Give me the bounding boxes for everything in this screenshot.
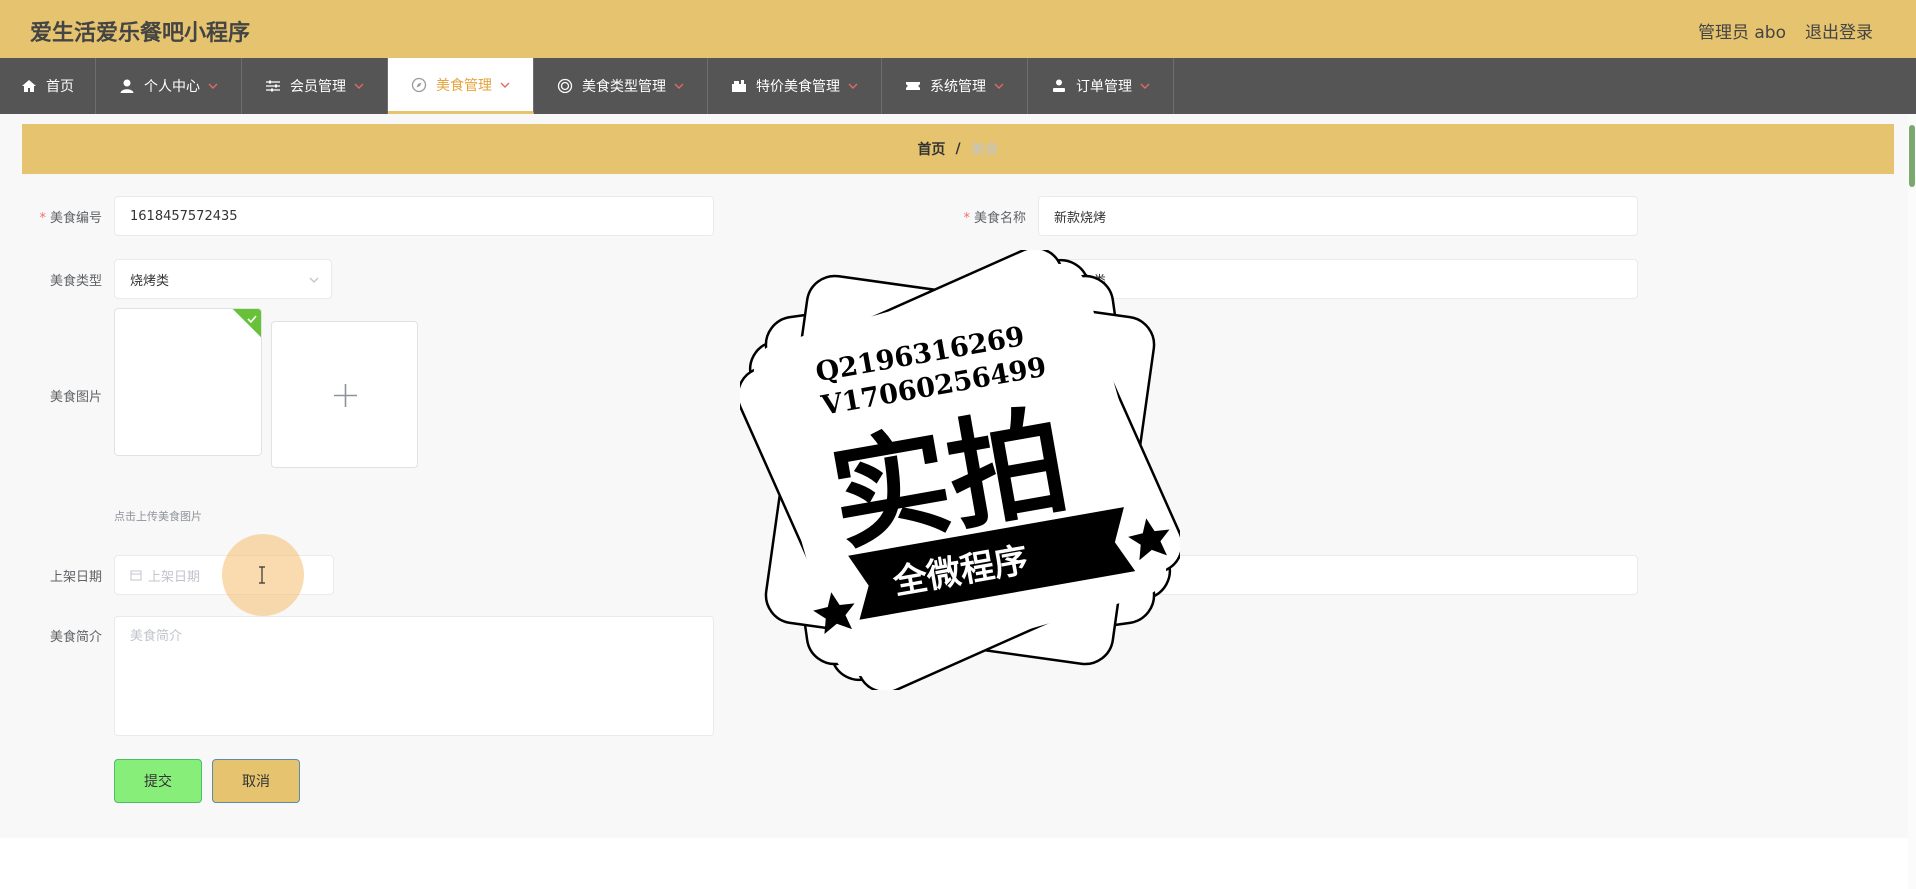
nav-label: 个人中心 bbox=[144, 79, 200, 95]
nav-item-food-management[interactable]: 美食管理 bbox=[388, 58, 534, 114]
food-intro-label: 美食简介 bbox=[49, 630, 102, 645]
scrollbar-thumb[interactable] bbox=[1909, 125, 1915, 187]
nav-label: 系统管理 bbox=[930, 79, 986, 95]
image-upload-hint: 点击上传美食图片 bbox=[114, 510, 202, 523]
chevron-down-icon bbox=[309, 277, 319, 283]
nav-label: 美食管理 bbox=[436, 77, 492, 94]
uploaded-image-thumbnail[interactable] bbox=[114, 308, 262, 456]
main-nav: 首页 个人中心 会员管理 美食管理 美食类型管理 特价美食管理 系统管理 订单管… bbox=[0, 58, 1916, 114]
nav-item-food-type-management[interactable]: 美食类型管理 bbox=[534, 58, 708, 114]
required-mark: * bbox=[963, 211, 970, 226]
user-icon bbox=[120, 79, 134, 93]
listing-date-label: 上架日期 bbox=[49, 570, 102, 585]
food-intro-textarea[interactable]: 美食简介 bbox=[114, 616, 714, 736]
food-image-label: 美食图片 bbox=[49, 390, 102, 405]
cancel-button[interactable]: 取消 bbox=[212, 759, 300, 803]
app-title: 爱生活爱乐餐吧小程序 bbox=[30, 21, 251, 46]
chevron-down-icon bbox=[1140, 83, 1150, 89]
chevron-down-icon bbox=[848, 83, 858, 89]
logout-link[interactable]: 退出登录 bbox=[1805, 18, 1873, 43]
chevron-down-icon bbox=[208, 83, 218, 89]
food-name-input[interactable]: 新款烧烤 bbox=[1038, 196, 1638, 236]
breadcrumb-home[interactable]: 首页 bbox=[917, 139, 945, 159]
nav-item-member-management[interactable]: 会员管理 bbox=[242, 58, 388, 114]
chevron-down-icon bbox=[354, 83, 364, 89]
food-name-label: * 美食名称 bbox=[963, 211, 1026, 226]
briefcase-icon bbox=[732, 80, 746, 92]
nav-label: 订单管理 bbox=[1076, 79, 1132, 95]
required-mark: * bbox=[39, 211, 46, 226]
plus-icon bbox=[334, 384, 357, 407]
dish-icon bbox=[557, 78, 573, 94]
image-upload-button[interactable] bbox=[271, 321, 418, 468]
calendar-icon bbox=[130, 570, 142, 581]
food-no-input[interactable]: 1618457572435 bbox=[114, 196, 714, 236]
admin-user-label: 管理员 abo bbox=[1697, 23, 1786, 43]
breadcrumb-current: 美食 bbox=[970, 142, 999, 158]
breadcrumb-separator: / bbox=[955, 141, 961, 157]
nav-label: 特价美食管理 bbox=[756, 79, 840, 95]
watermark-stamp: Q2196316269 V17060256499 实拍 全微程序 bbox=[740, 250, 1180, 690]
chevron-down-icon bbox=[500, 82, 510, 88]
submit-button[interactable]: 提交 bbox=[114, 759, 202, 803]
check-icon bbox=[247, 315, 257, 324]
nav-label: 首页 bbox=[46, 79, 74, 95]
chevron-down-icon bbox=[674, 83, 684, 89]
nav-item-home[interactable]: 首页 bbox=[0, 58, 96, 114]
chevron-down-icon bbox=[994, 83, 1004, 89]
nav-label: 会员管理 bbox=[290, 79, 346, 95]
food-no-label: * 美食编号 bbox=[39, 211, 102, 226]
food-type-select[interactable]: 烧烤类 bbox=[114, 259, 332, 299]
compass-icon bbox=[411, 77, 427, 92]
page-scrollbar[interactable] bbox=[1908, 114, 1916, 889]
sliders-icon bbox=[266, 80, 280, 92]
person-icon bbox=[1053, 79, 1065, 92]
nav-item-order-management[interactable]: 订单管理 bbox=[1028, 58, 1174, 114]
text-cursor-icon bbox=[259, 566, 265, 584]
nav-label: 美食类型管理 bbox=[582, 79, 666, 95]
nav-item-personal-center[interactable]: 个人中心 bbox=[96, 58, 242, 114]
food-type-label: 美食类型 bbox=[49, 274, 102, 289]
top-header: 爱生活爱乐餐吧小程序 管理员 abo 退出登录 bbox=[0, 0, 1916, 58]
breadcrumb: 首页 / 美食 bbox=[22, 124, 1894, 174]
nav-item-special-food-management[interactable]: 特价美食管理 bbox=[708, 58, 882, 114]
home-icon bbox=[22, 80, 36, 92]
ticket-icon bbox=[906, 82, 920, 90]
nav-item-system-management[interactable]: 系统管理 bbox=[882, 58, 1028, 114]
